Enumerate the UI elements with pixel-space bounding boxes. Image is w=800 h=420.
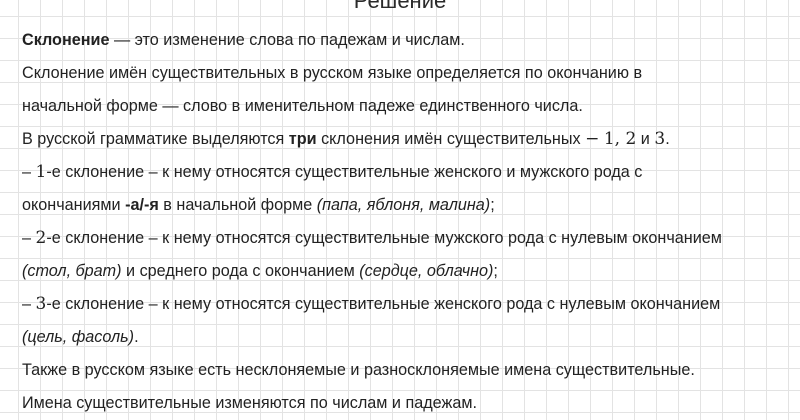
paragraph-line: Склонение имён существительных в русском… bbox=[22, 57, 792, 90]
examples-italic: (сердце, облачно) bbox=[359, 262, 494, 280]
solution-text: Склонение — это изменение слова по падеж… bbox=[22, 24, 792, 420]
paragraph-line: Имена существительные изменяются по числ… bbox=[22, 387, 792, 420]
declension-number: 2 bbox=[35, 228, 47, 248]
math-number: 2 bbox=[625, 129, 637, 149]
declension-number: 1 bbox=[35, 162, 47, 182]
declension-1-line: – 1-е склонение – к нему относятся сущес… bbox=[22, 156, 792, 189]
declension-2-line-2: (стол, брат) и среднего рода с окончание… bbox=[22, 255, 792, 288]
list-dash: – bbox=[22, 295, 36, 313]
text-fragment: ; bbox=[493, 262, 498, 280]
text-fragment: в начальной форме bbox=[158, 196, 317, 214]
page-title: Решение bbox=[353, 0, 447, 13]
examples-italic: (цель, фасоль) bbox=[22, 328, 135, 346]
list-dash: – bbox=[22, 163, 36, 181]
text-fragment: и среднего рода с окончанием bbox=[121, 262, 360, 280]
bold-word: три bbox=[288, 130, 317, 148]
paragraph-text: Склонение имён существительных в русском… bbox=[22, 64, 643, 82]
examples-italic: (папа, яблоня, малина) bbox=[316, 196, 491, 214]
math-comma: , bbox=[614, 129, 626, 149]
math-number: 1 bbox=[603, 129, 615, 149]
math-dash: − bbox=[585, 129, 600, 149]
definition-line: Склонение — это изменение слова по падеж… bbox=[22, 24, 792, 57]
text-fragment: В русской грамматике выделяются bbox=[22, 130, 289, 148]
list-dash: – bbox=[22, 229, 36, 247]
declension-2-line: – 2-е склонение – к нему относятся сущес… bbox=[22, 222, 792, 255]
text-fragment: окончаниями bbox=[22, 196, 126, 214]
declension-1-line-2: окончаниями -а/-я в начальной форме (пап… bbox=[22, 189, 792, 222]
text-fragment: -е склонение – к нему относятся существи… bbox=[46, 295, 721, 313]
text-fragment: -е склонение – к нему относятся существи… bbox=[46, 229, 722, 247]
text-fragment: . bbox=[134, 328, 139, 346]
paragraph-text: начальной форме — слово в именительном п… bbox=[22, 97, 583, 115]
declension-3-line: – 3-е склонение – к нему относятся сущес… bbox=[22, 288, 792, 321]
paragraph-line: начальной форме — слово в именительном п… bbox=[22, 90, 792, 123]
text-fragment: ; bbox=[490, 196, 495, 214]
definition-text: — это изменение слова по падежам и числа… bbox=[109, 31, 465, 49]
declension-number: 3 bbox=[35, 294, 47, 314]
text-fragment: . bbox=[665, 130, 670, 148]
declension-3-line-2: (цель, фасоль). bbox=[22, 321, 792, 354]
paragraph-text: Имена существительные изменяются по числ… bbox=[22, 394, 477, 412]
text-fragment: склонения имён существительных bbox=[316, 130, 586, 148]
text-fragment: -е склонение – к нему относятся существи… bbox=[46, 163, 643, 181]
math-number: 3 bbox=[654, 129, 666, 149]
term-bold: Склонение bbox=[22, 31, 110, 49]
paragraph-text: Также в русском языке есть несклоняемые … bbox=[22, 361, 695, 379]
declension-count-line: В русской грамматике выделяются три скло… bbox=[22, 123, 792, 156]
paragraph-line: Также в русском языке есть несклоняемые … bbox=[22, 354, 792, 387]
endings-bold: -а/-я bbox=[125, 196, 159, 214]
text-fragment: и bbox=[636, 130, 655, 148]
examples-italic: (стол, брат) bbox=[22, 262, 122, 280]
